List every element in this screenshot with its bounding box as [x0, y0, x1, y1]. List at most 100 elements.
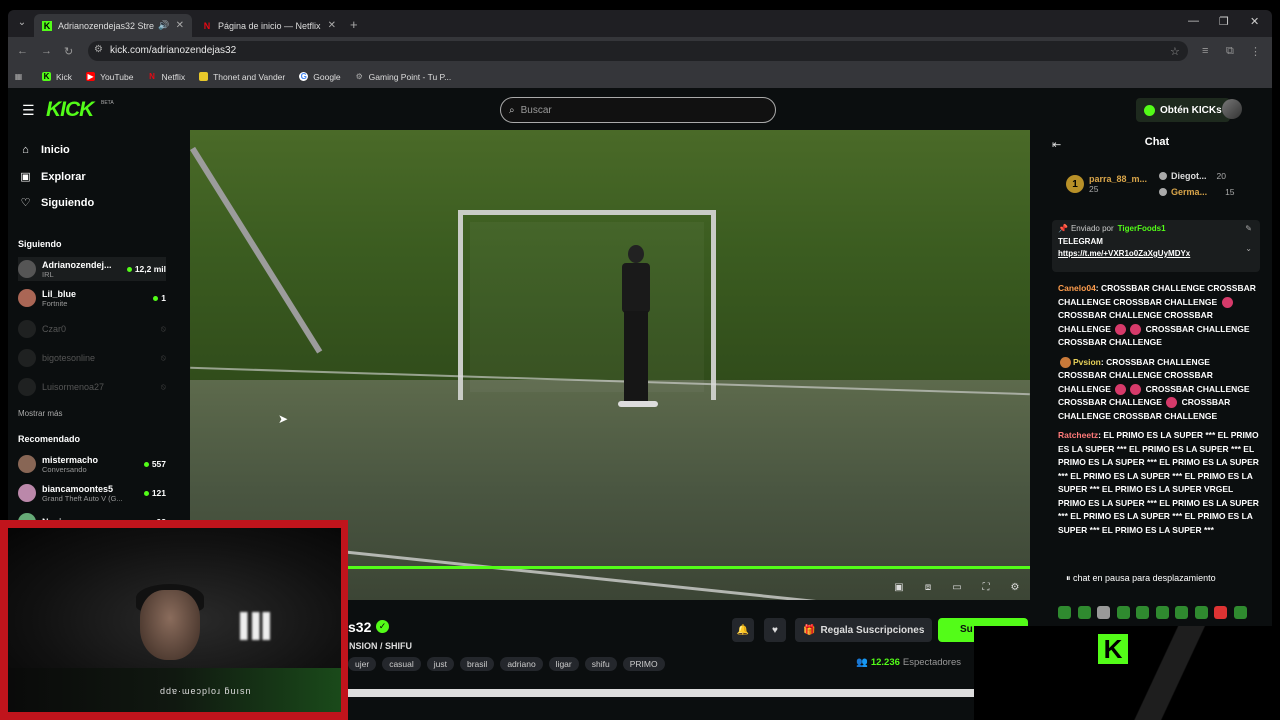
tab-netflix[interactable]: N Página de inicio — Netflix ✕ — [194, 14, 344, 37]
channel-name[interactable]: s32 — [348, 619, 371, 635]
show-more-link[interactable]: Mostrar más — [18, 409, 62, 418]
tag[interactable]: just — [426, 657, 454, 671]
following-channel[interactable]: bigotesonline ⦸ — [18, 346, 166, 370]
recommended-channel[interactable]: mistermacho Conversando 557 — [18, 452, 166, 476]
follow-button[interactable]: ♥ — [764, 618, 786, 642]
emote-icon[interactable] — [1116, 606, 1130, 619]
search-input[interactable]: ⌕ Buscar — [500, 97, 776, 123]
bookmark-netflix[interactable]: N Netflix — [147, 72, 185, 82]
gift-badge-icon — [1159, 188, 1168, 196]
pinned-user[interactable]: TigerFoods1 — [1118, 224, 1166, 233]
chat-username[interactable]: Canelo04 — [1058, 283, 1096, 293]
speaker-icon[interactable]: 🔊 — [158, 20, 169, 31]
gift-subs-button[interactable]: 🎁 Regala Suscripciones — [795, 618, 933, 642]
unpin-icon[interactable]: ✎ — [1245, 224, 1252, 233]
chat-username[interactable]: Ratcheetz — [1058, 430, 1098, 440]
recommended-channel[interactable]: biancamoontes5 Grand Theft Auto V (G... 1… — [18, 481, 166, 505]
youtube-icon: ▶ — [86, 72, 96, 81]
viewer-count: 👥 12.236 Espectadores — [856, 657, 961, 668]
tag[interactable]: ujer — [348, 657, 377, 671]
avatar — [18, 484, 36, 502]
apps-icon[interactable]: ▦ — [14, 72, 28, 81]
tab-search-icon[interactable]: ⌄ — [14, 15, 30, 31]
emote-icon[interactable] — [1214, 606, 1227, 619]
recommended-title: Recomendado — [18, 434, 81, 444]
avatar — [18, 349, 36, 367]
notification-bell-button[interactable]: 🔔 — [732, 618, 754, 642]
following-channel[interactable]: Lil_blue Fortnite 1 — [18, 286, 166, 310]
following-channel[interactable]: Czar0 ⦸ — [18, 317, 166, 341]
mini-player-icon[interactable]: ▣ — [889, 582, 909, 593]
emote-icon[interactable] — [1155, 606, 1169, 619]
bookmark-kick[interactable]: K Kick — [42, 72, 72, 82]
site-info-icon[interactable]: ⚙ — [94, 44, 103, 55]
url-text[interactable]: kick.com/adrianozendejas32 — [110, 45, 236, 56]
webcam-person-face — [140, 590, 200, 660]
pinned-link[interactable]: https://t.me/+VXR1o0ZaXgUyMDYx — [1058, 249, 1254, 258]
new-tab-icon[interactable]: + — [350, 17, 358, 32]
emote-icon[interactable] — [1175, 606, 1188, 619]
reload-icon[interactable]: ↻ — [64, 45, 73, 58]
reading-list-icon[interactable]: ≡ — [1202, 45, 1208, 57]
close-tab-icon[interactable]: ✕ — [328, 20, 336, 31]
restore-icon[interactable]: ❐ — [1219, 15, 1229, 28]
tab-kick-stream[interactable]: K Adrianozendejas32 Stream 🔊 ✕ — [34, 14, 192, 37]
following-channel[interactable]: Adrianozendej... IRL 12,2 mil — [18, 257, 166, 281]
video-controls: ▣ ⧈ ▭ ⛶ ⚙ — [880, 582, 1025, 593]
close-window-icon[interactable]: ✕ — [1250, 15, 1259, 28]
video-frame-goal — [458, 210, 716, 400]
emote-icon[interactable] — [1194, 606, 1208, 619]
bookmark-thonet[interactable]: Thonet and Vander — [199, 72, 285, 82]
top-gifter-3[interactable]: Germa... 15 — [1159, 184, 1235, 200]
emote-icon[interactable] — [1136, 606, 1149, 619]
emote-icon[interactable] — [1233, 606, 1247, 619]
emote-icon[interactable] — [1097, 606, 1110, 619]
tag[interactable]: shifu — [584, 657, 617, 671]
nav-following[interactable]: ♡ Siguiendo — [19, 196, 95, 210]
back-icon[interactable]: ← — [17, 45, 28, 57]
user-avatar[interactable] — [1222, 99, 1242, 119]
top-gifter-1[interactable]: 1 parra_88_m... 25 — [1066, 168, 1147, 200]
avatar — [18, 378, 36, 396]
menu-icon[interactable]: ☰ — [22, 102, 35, 119]
top-gifter-2[interactable]: Diegot... 20 — [1159, 168, 1235, 184]
settings-gear-icon[interactable]: ⚙ — [1005, 582, 1025, 593]
forward-icon[interactable]: → — [41, 45, 52, 57]
chat-paused-notice[interactable]: ⏸ chat en pausa para desplazamiento — [1066, 573, 1256, 584]
bookmark-gaming-point[interactable]: ⚙ Gaming Point - Tu P... — [355, 72, 452, 82]
emote-icon[interactable] — [1058, 606, 1071, 619]
channel-name: biancamoontes5 — [42, 483, 114, 494]
following-channel[interactable]: Luisormenoa27 ⦸ — [18, 375, 166, 399]
tag[interactable]: adriano — [500, 657, 543, 671]
nav-explore[interactable]: ▣ Explorar — [19, 170, 85, 184]
live-dot-icon — [143, 461, 149, 467]
overlay-bar — [348, 689, 974, 697]
close-tab-icon[interactable]: ✕ — [176, 20, 184, 31]
browser-menu-icon[interactable]: ⋮ — [1250, 45, 1261, 58]
get-kicks-button[interactable]: Obtén KICKs — [1136, 98, 1230, 122]
chat-username[interactable]: Pvsion — [1073, 357, 1101, 367]
top-gifters: 1 parra_88_m... 25 Diegot... 20 Germa... 15 — [1066, 168, 1235, 200]
emote-icon[interactable] — [1077, 606, 1091, 619]
theater-mode-icon[interactable]: ▭ — [947, 582, 967, 593]
emote-bar — [1058, 606, 1253, 619]
bookmark-google[interactable]: G Google — [299, 72, 341, 82]
nav-home[interactable]: ⌂ Inicio — [19, 144, 70, 156]
fullscreen-icon[interactable]: ⛶ — [976, 582, 996, 593]
kick-logo[interactable]: KICK — [46, 98, 94, 122]
netflix-icon: N — [149, 72, 155, 81]
chevron-down-icon[interactable]: ⌄ — [1245, 244, 1252, 253]
bookmark-star-icon[interactable]: ☆ — [1170, 45, 1180, 58]
clip-icon[interactable]: ⧈ — [918, 582, 938, 593]
viewer-count: 12,2 mil — [126, 264, 166, 274]
minimize-icon[interactable]: — — [1188, 15, 1199, 27]
extensions-icon[interactable]: ⧉ — [1226, 45, 1234, 58]
tag[interactable]: ligar — [548, 657, 579, 671]
tag[interactable]: PRIMO — [622, 657, 665, 671]
tag[interactable]: brasil — [460, 657, 495, 671]
pinned-message[interactable]: 📌 Enviado por TigerFoods1 TELEGRAM https:/… — [1052, 220, 1260, 272]
bookmark-youtube[interactable]: ▶ YouTube — [86, 72, 133, 82]
tag[interactable]: casual — [382, 657, 421, 671]
viewer-count: 121 — [143, 488, 166, 498]
omnibox[interactable] — [88, 41, 1188, 61]
